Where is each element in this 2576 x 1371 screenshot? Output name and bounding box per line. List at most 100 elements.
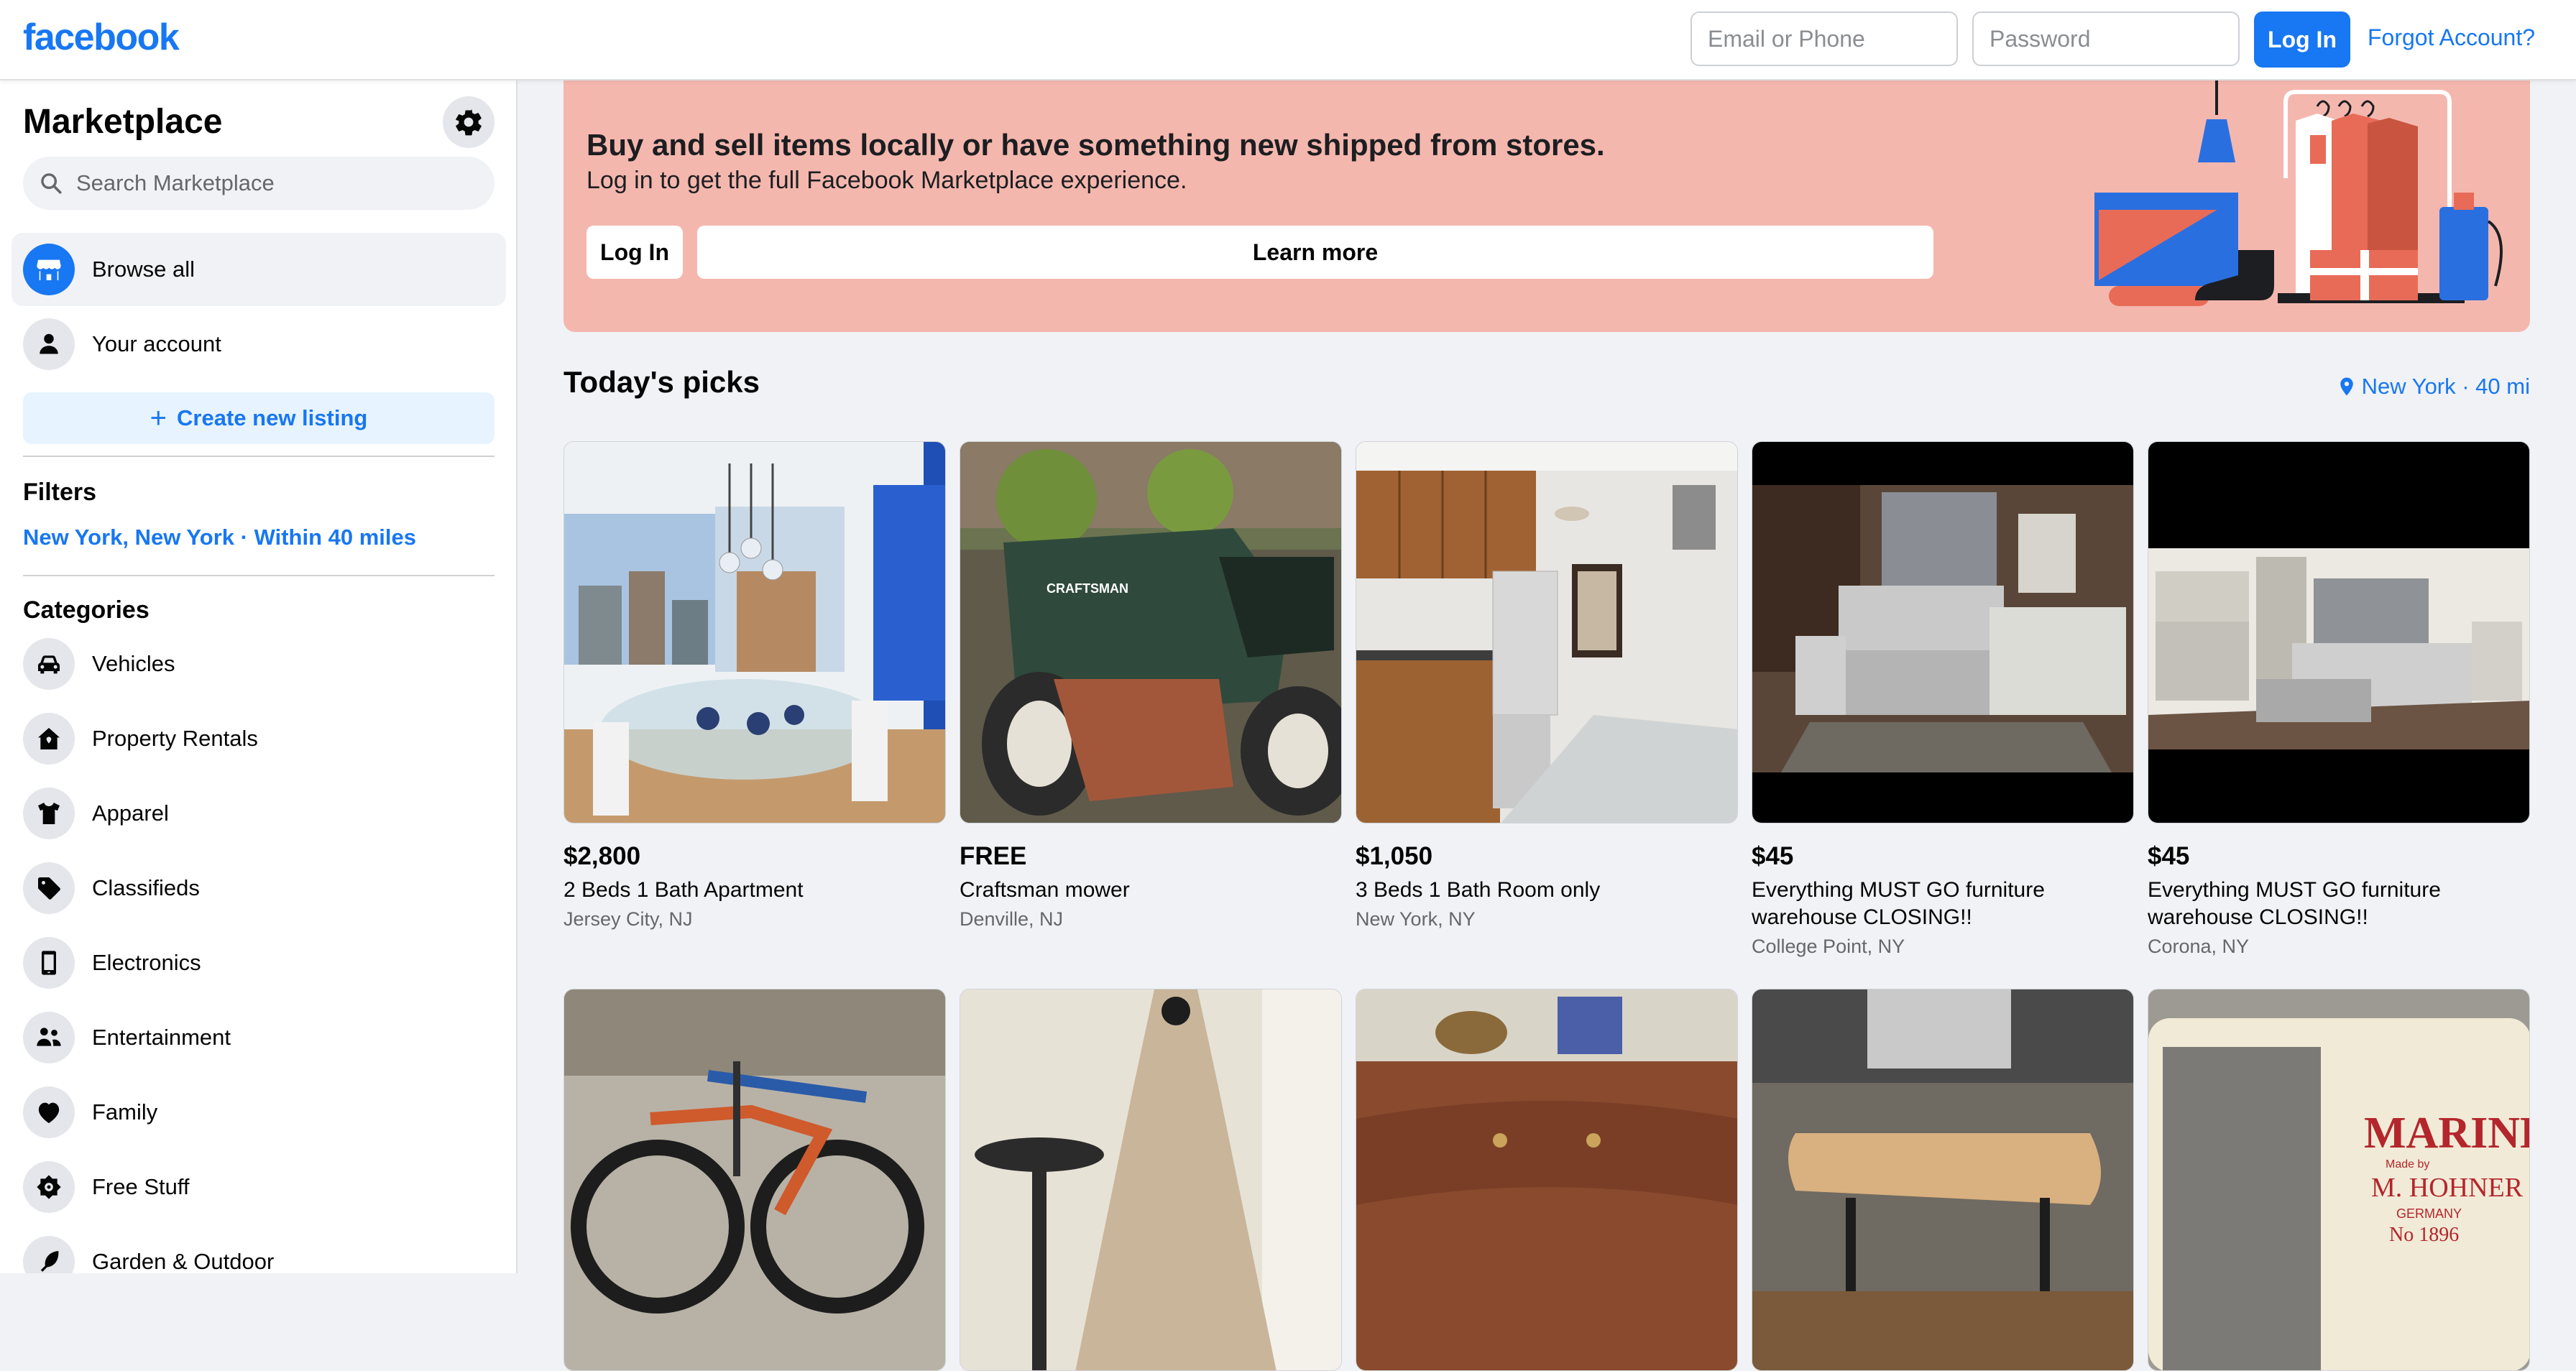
category-label: Free Stuff [92, 1174, 190, 1199]
listing-image[interactable]: CRAFTSMAN [960, 441, 1342, 823]
category-property-rentals[interactable]: Property Rentals [12, 704, 506, 773]
phone-icon [23, 937, 75, 989]
listing-location: Denville, NJ [960, 908, 1064, 930]
marketplace-illustration [2094, 80, 2503, 306]
login-promo-banner: Buy and sell items locally or have somet… [564, 80, 2530, 332]
top-bar: facebook Log In Forgot Account? [0, 0, 2576, 80]
listing-card[interactable]: $1,050 3 Beds 1 Bath Room only New York,… [1356, 441, 1738, 931]
learn-more-button[interactable]: Learn more [697, 226, 1933, 279]
listing-location: Jersey City, NJ [564, 908, 693, 930]
category-label: Property Rentals [92, 726, 258, 751]
category-entertainment[interactable]: Entertainment [12, 1003, 506, 1072]
nav-your-account[interactable]: Your account [12, 308, 506, 381]
listing-price: $2,800 [564, 842, 641, 870]
location-label: New York · 40 mi [2361, 374, 2530, 399]
create-listing-label: Create new listing [177, 405, 368, 430]
harmonica-country-text: GERMANY [2396, 1206, 2462, 1221]
free-tag-icon [23, 1161, 75, 1213]
listing-location: Corona, NY [2148, 936, 2250, 957]
category-label: Classifieds [92, 875, 200, 900]
listing-card[interactable] [1356, 989, 1738, 1371]
nav-browse-all[interactable]: Browse all [12, 233, 506, 306]
email-field[interactable] [1690, 11, 1958, 66]
gear-icon [456, 109, 482, 136]
listing-card[interactable]: $45 Everything MUST GO furniture warehou… [1752, 441, 2134, 958]
listing-price: $1,050 [1356, 842, 1433, 870]
categories-title: Categories [23, 596, 150, 624]
listing-location: College Point, NY [1752, 936, 1905, 957]
listing-price: $45 [1752, 842, 1794, 870]
listing-image[interactable] [564, 989, 946, 1371]
filters-title: Filters [23, 479, 97, 506]
listing-title: Everything MUST GO furniture warehouse C… [2148, 878, 2441, 929]
listing-image[interactable]: MARINE BAND Made by M. HOHNER GERMANY No… [2148, 989, 2530, 1371]
banner-login-button[interactable]: Log In [586, 226, 683, 279]
listing-location: New York, NY [1356, 908, 1476, 930]
listing-price: FREE [960, 842, 1027, 870]
marketplace-search[interactable] [23, 157, 494, 210]
settings-button[interactable] [443, 96, 494, 148]
leaf-icon [23, 1236, 75, 1273]
category-classifieds[interactable]: Classifieds [12, 854, 506, 923]
harmonica-maker-text: M. HOHNER [2371, 1173, 2524, 1203]
password-field[interactable] [1972, 11, 2240, 66]
listing-image[interactable] [564, 441, 946, 823]
category-label: Garden & Outdoor [92, 1249, 275, 1273]
category-electronics[interactable]: Electronics [12, 928, 506, 997]
search-icon [41, 173, 62, 194]
listing-image[interactable] [1752, 989, 2134, 1371]
harmonica-made-by-text: Made by [2386, 1158, 2429, 1171]
person-icon [23, 318, 75, 370]
listing-price: $45 [2148, 842, 2190, 870]
sidebar: Marketplace Browse all Your account + [0, 80, 518, 1273]
category-apparel[interactable]: Apparel [12, 779, 506, 848]
category-free-stuff[interactable]: Free Stuff [12, 1153, 506, 1222]
listing-title: Craftsman mower [960, 878, 1130, 902]
car-icon [23, 638, 75, 690]
nav-label: Your account [92, 331, 221, 356]
category-vehicles[interactable]: Vehicles [12, 629, 506, 698]
listing-image[interactable] [2148, 441, 2530, 823]
listing-title: Everything MUST GO furniture warehouse C… [1752, 878, 2045, 929]
map-pin-icon [2340, 377, 2353, 396]
listing-card[interactable]: $2,800 2 Beds 1 Bath Apartment Jersey Ci… [564, 441, 946, 931]
harmonica-number-text: No 1896 [2389, 1224, 2459, 1246]
category-label: Vehicles [92, 651, 175, 676]
listing-card[interactable] [564, 989, 946, 1371]
sidebar-title: Marketplace [23, 103, 223, 141]
mower-brand-text: CRAFTSMAN [1046, 581, 1128, 596]
tag-icon [23, 862, 75, 914]
create-listing-button[interactable]: + Create new listing [23, 392, 494, 444]
divider [23, 575, 494, 576]
listing-image[interactable] [1752, 441, 2134, 823]
plus-icon: + [150, 402, 167, 434]
listing-image[interactable] [960, 989, 1342, 1371]
listing-title: 3 Beds 1 Bath Room only [1356, 878, 1601, 902]
category-label: Apparel [92, 800, 169, 826]
house-icon [23, 713, 75, 765]
location-filter-link[interactable]: New York, New York · Within 40 miles [23, 525, 416, 550]
listing-image[interactable] [1356, 989, 1738, 1371]
nav-label: Browse all [92, 257, 195, 282]
banner-subtext: Log in to get the full Facebook Marketpl… [586, 167, 1187, 194]
listing-card[interactable]: $45 Everything MUST GO furniture warehou… [2148, 441, 2530, 958]
people-icon [23, 1012, 75, 1063]
search-input[interactable] [75, 170, 480, 197]
listing-title: 2 Beds 1 Bath Apartment [564, 878, 804, 902]
harmonica-brand-text: MARINE BAND [2364, 1109, 2530, 1158]
listing-card[interactable]: CRAFTSMAN FREE Craftsman mower Denville,… [960, 441, 1342, 931]
listing-image[interactable] [1356, 441, 1738, 823]
facebook-logo[interactable]: facebook [23, 16, 180, 59]
todays-picks-title: Today's picks [564, 365, 760, 399]
listing-card[interactable]: MARINE BAND Made by M. HOHNER GERMANY No… [2148, 989, 2530, 1371]
shirt-icon [23, 788, 75, 839]
listing-card[interactable] [960, 989, 1342, 1371]
login-button[interactable]: Log In [2254, 11, 2350, 68]
listing-card[interactable] [1752, 989, 2134, 1371]
category-family[interactable]: Family [12, 1078, 506, 1147]
category-label: Entertainment [92, 1025, 231, 1050]
location-selector[interactable]: New York · 40 mi [2336, 374, 2530, 400]
forgot-account-link[interactable]: Forgot Account? [2368, 24, 2535, 51]
banner-headline: Buy and sell items locally or have somet… [586, 128, 1605, 162]
category-garden-outdoor[interactable]: Garden & Outdoor [12, 1227, 506, 1273]
